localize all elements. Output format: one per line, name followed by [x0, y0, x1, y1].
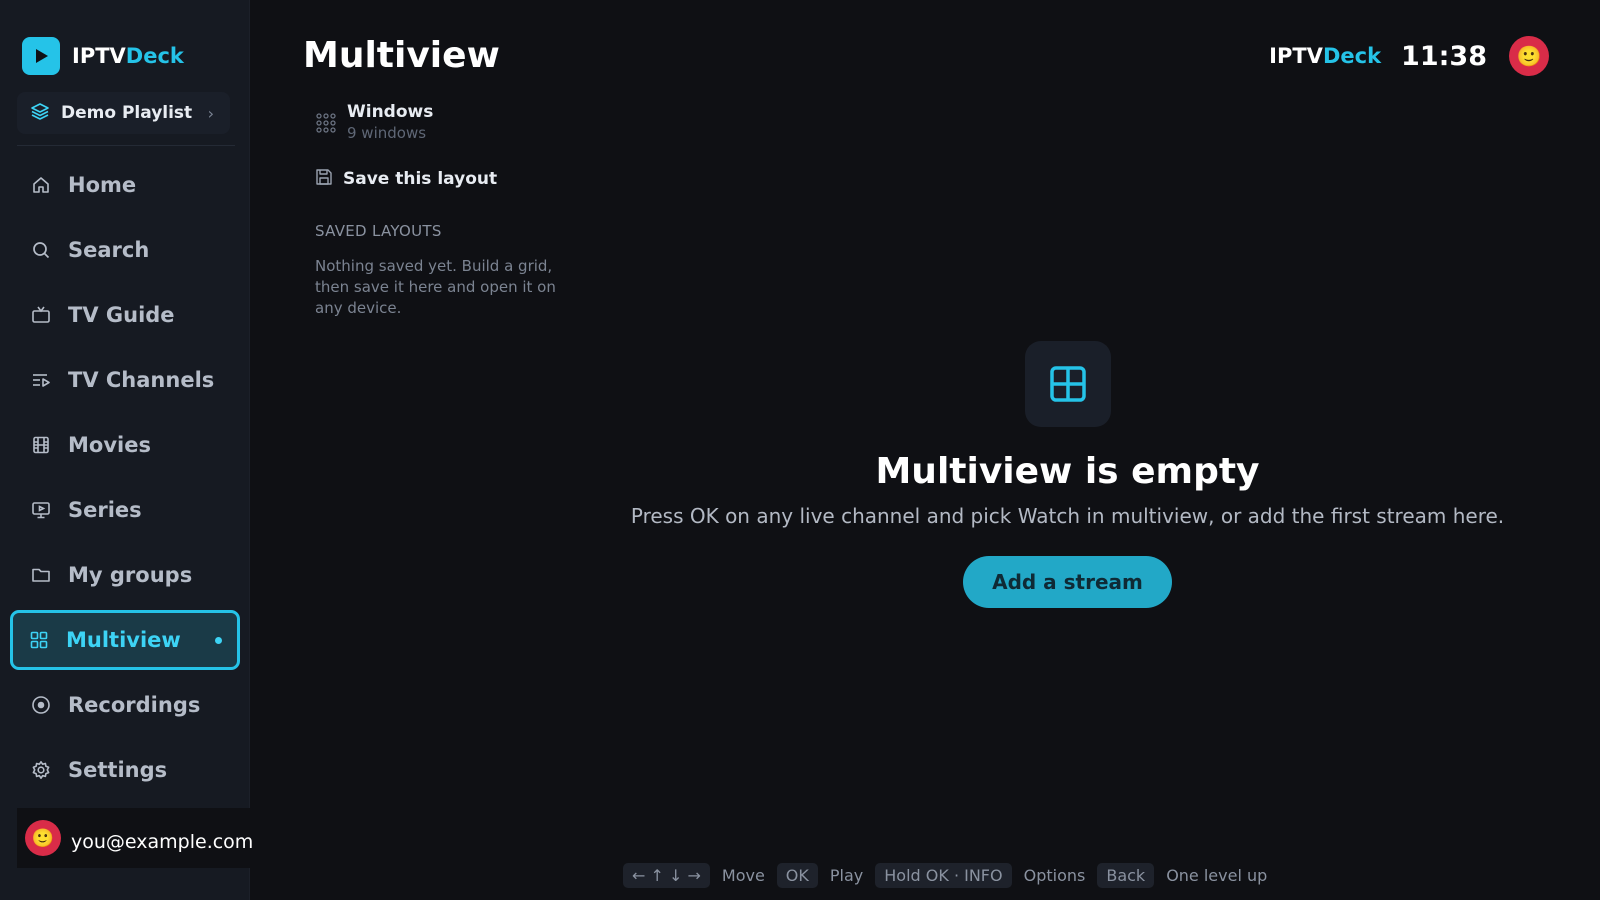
back-key-hint: Back — [1097, 863, 1155, 888]
play-logo-icon — [22, 37, 60, 75]
sidebar-item-label: Movies — [68, 433, 151, 457]
playlist-selector[interactable]: Demo Playlist › — [17, 92, 230, 134]
sidebar-nav: Home Search TV Guide TV Channels Movies — [10, 155, 240, 805]
play-hint-label: Play — [829, 866, 864, 885]
layers-icon — [30, 101, 50, 125]
brand-name: IPTVDeck — [72, 44, 184, 68]
film-icon — [30, 434, 52, 456]
folder-icon — [30, 564, 52, 586]
empty-state-title: Multiview is empty — [875, 451, 1260, 492]
windows-selector[interactable]: Windows 9 windows — [315, 102, 565, 142]
user-account[interactable]: 🙂 you@example.com — [17, 808, 262, 868]
sidebar-item-multiview[interactable]: Multiview — [10, 610, 240, 670]
arrow-keys-hint: ← ↑ ↓ → — [623, 863, 710, 888]
sidebar-item-label: Multiview — [66, 628, 181, 652]
record-icon — [30, 694, 52, 716]
multiview-grid-icon — [1024, 341, 1111, 427]
dots-grid-icon — [315, 112, 337, 138]
sidebar-item-tv-guide[interactable]: TV Guide — [10, 285, 240, 345]
sidebar-item-label: My groups — [68, 563, 193, 587]
active-indicator-dot — [215, 637, 222, 644]
series-icon — [30, 499, 52, 521]
sidebar-item-settings[interactable]: Settings — [10, 740, 240, 800]
empty-state: Multiview is empty Press OK on any live … — [631, 341, 1504, 608]
avatar: 🙂 — [25, 820, 61, 856]
channel-list-icon — [30, 369, 52, 391]
gear-icon — [30, 759, 52, 781]
chevron-right-icon: › — [207, 103, 214, 123]
windows-label: Windows — [347, 102, 434, 122]
profile-avatar[interactable]: 🙂 — [1509, 36, 1549, 76]
sidebar-item-label: Home — [68, 173, 137, 197]
brand-name: IPTVDeck — [1269, 44, 1382, 68]
home-icon — [30, 174, 52, 196]
saved-layouts-empty-text: Nothing saved yet. Build a grid, then sa… — [315, 257, 556, 317]
empty-state-description: Press OK on any live channel and pick Wa… — [630, 504, 1505, 528]
sidebar-item-recordings[interactable]: Recordings — [10, 675, 240, 735]
sidebar: IPTVDeck Demo Playlist › Home Search TV … — [0, 0, 262, 900]
sidebar-item-label: Series — [68, 498, 142, 522]
options-hint-label: Options — [1023, 866, 1086, 885]
sidebar-item-tv-channels[interactable]: TV Channels — [10, 350, 240, 410]
playlist-label: Demo Playlist — [61, 103, 193, 123]
move-hint-label: Move — [721, 866, 765, 885]
sidebar-item-movies[interactable]: Movies — [10, 415, 240, 475]
sidebar-item-label: Settings — [68, 758, 168, 782]
windows-count: 9 windows — [347, 124, 427, 142]
clock: 11:38 — [1401, 40, 1487, 72]
add-stream-button[interactable]: Add a stream — [963, 556, 1172, 608]
save-layout-button[interactable]: Save this layout — [315, 168, 565, 190]
save-layout-label: Save this layout — [343, 169, 498, 189]
sidebar-item-series[interactable]: Series — [10, 480, 240, 540]
one-level-up-hint-label: One level up — [1166, 866, 1268, 885]
topbar: IPTVDeck 11:38 🙂 — [1269, 36, 1549, 76]
key-hints-bar: ← ↑ ↓ → Move OK Play Hold OK · INFO Opti… — [623, 862, 1267, 889]
tv-icon — [30, 304, 52, 326]
hold-ok-info-key-hint: Hold OK · INFO — [875, 863, 1012, 888]
search-icon — [30, 239, 52, 261]
save-icon — [315, 168, 333, 190]
sidebar-divider — [17, 145, 235, 146]
sidebar-item-label: Recordings — [68, 693, 201, 717]
saved-layouts-heading: SAVED LAYOUTS — [315, 222, 442, 240]
sidebar-item-home[interactable]: Home — [10, 155, 240, 215]
sidebar-item-search[interactable]: Search — [10, 220, 240, 280]
grid-icon — [28, 629, 50, 651]
ok-key-hint: OK — [776, 863, 818, 888]
sidebar-item-label: TV Channels — [68, 368, 215, 392]
user-email: you@example.com — [71, 831, 254, 853]
brand-logo-block[interactable]: IPTVDeck — [22, 37, 184, 75]
page-title: Multiview — [303, 35, 500, 76]
sidebar-item-label: Search — [68, 238, 150, 262]
sidebar-item-my-groups[interactable]: My groups — [10, 545, 240, 605]
sidebar-item-label: TV Guide — [68, 303, 175, 327]
layout-panel: Windows 9 windows Save this layout SAVED… — [315, 102, 565, 319]
